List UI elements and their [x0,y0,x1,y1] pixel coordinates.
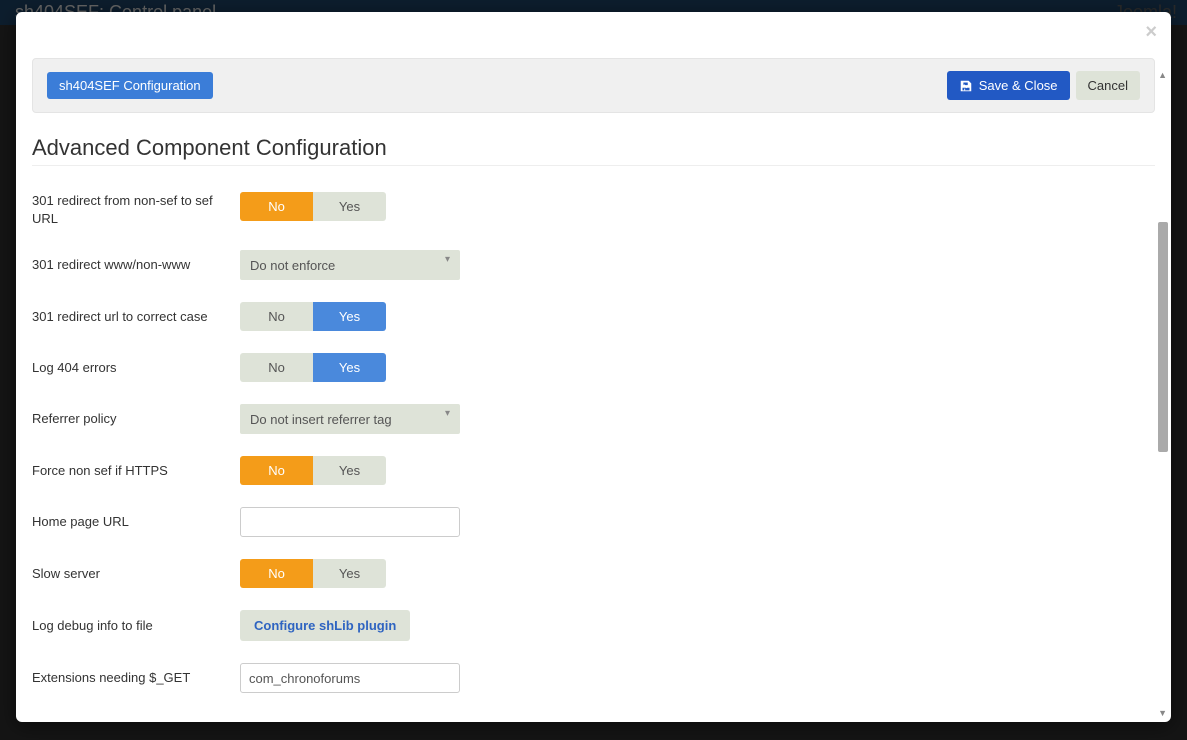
input-homepage-url[interactable] [240,507,460,537]
scrollbar-thumb[interactable] [1158,222,1168,452]
select-referrer[interactable]: Do not insert referrer tag [240,404,460,434]
input-extensions-get[interactable] [240,663,460,693]
toggle-yes[interactable]: Yes [313,302,386,331]
toolbar-actions: Save & Close Cancel [947,71,1140,100]
toggle-redirect-case: No Yes [240,302,386,331]
toggle-yes[interactable]: Yes [313,559,386,588]
save-icon [959,79,973,93]
toggle-slow-server: No Yes [240,559,386,588]
toggle-no[interactable]: No [240,559,313,588]
toggle-log404: No Yes [240,353,386,382]
section-divider [32,165,1155,166]
select-value: Do not enforce [250,258,335,273]
toggle-yes[interactable]: Yes [313,353,386,382]
configure-shlib-button[interactable]: Configure shLib plugin [240,610,410,641]
toolbar: sh404SEF Configuration Save & Close Canc… [32,58,1155,113]
label-homepage-url: Home page URL [32,513,240,531]
cancel-button[interactable]: Cancel [1076,71,1140,100]
scroll-down-icon[interactable]: ▼ [1158,708,1167,718]
row-homepage-url: Home page URL [32,507,1155,537]
row-redirect-case: 301 redirect url to correct case No Yes [32,302,1155,331]
section-title: Advanced Component Configuration [32,135,1155,161]
toggle-no[interactable]: No [240,192,313,221]
close-icon[interactable]: × [1145,22,1157,42]
save-close-label: Save & Close [979,78,1058,93]
label-slow-server: Slow server [32,565,240,583]
label-force-nonsef-https: Force non sef if HTTPS [32,462,240,480]
row-extensions-get: Extensions needing $_GET [32,663,1155,693]
modal-body: sh404SEF Configuration Save & Close Canc… [16,42,1171,722]
select-redirect-www[interactable]: Do not enforce [240,250,460,280]
scroll-up-icon[interactable]: ▲ [1158,70,1167,80]
toggle-yes[interactable]: Yes [313,456,386,485]
label-log-debug: Log debug info to file [32,617,240,635]
config-title-button[interactable]: sh404SEF Configuration [47,72,213,99]
label-redirect-case: 301 redirect url to correct case [32,308,240,326]
label-extensions-get: Extensions needing $_GET [32,669,240,687]
config-modal: × ▲ ▼ sh404SEF Configuration Save & Clos… [16,12,1171,722]
row-referrer: Referrer policy Do not insert referrer t… [32,404,1155,434]
save-close-button[interactable]: Save & Close [947,71,1070,100]
toggle-yes[interactable]: Yes [313,192,386,221]
row-force-nonsef-https: Force non sef if HTTPS No Yes [32,456,1155,485]
row-redirect-nonsef: 301 redirect from non-sef to sef URL No … [32,192,1155,228]
row-log-debug: Log debug info to file Configure shLib p… [32,610,1155,641]
toggle-force-nonsef-https: No Yes [240,456,386,485]
toggle-no[interactable]: No [240,302,313,331]
label-referrer: Referrer policy [32,410,240,428]
toggle-no[interactable]: No [240,353,313,382]
row-slow-server: Slow server No Yes [32,559,1155,588]
toggle-redirect-nonsef: No Yes [240,192,386,221]
row-redirect-www: 301 redirect www/non-www Do not enforce [32,250,1155,280]
label-redirect-www: 301 redirect www/non-www [32,256,240,274]
select-value: Do not insert referrer tag [250,412,392,427]
label-redirect-nonsef: 301 redirect from non-sef to sef URL [32,192,240,228]
label-log404: Log 404 errors [32,359,240,377]
row-log404: Log 404 errors No Yes [32,353,1155,382]
toggle-no[interactable]: No [240,456,313,485]
